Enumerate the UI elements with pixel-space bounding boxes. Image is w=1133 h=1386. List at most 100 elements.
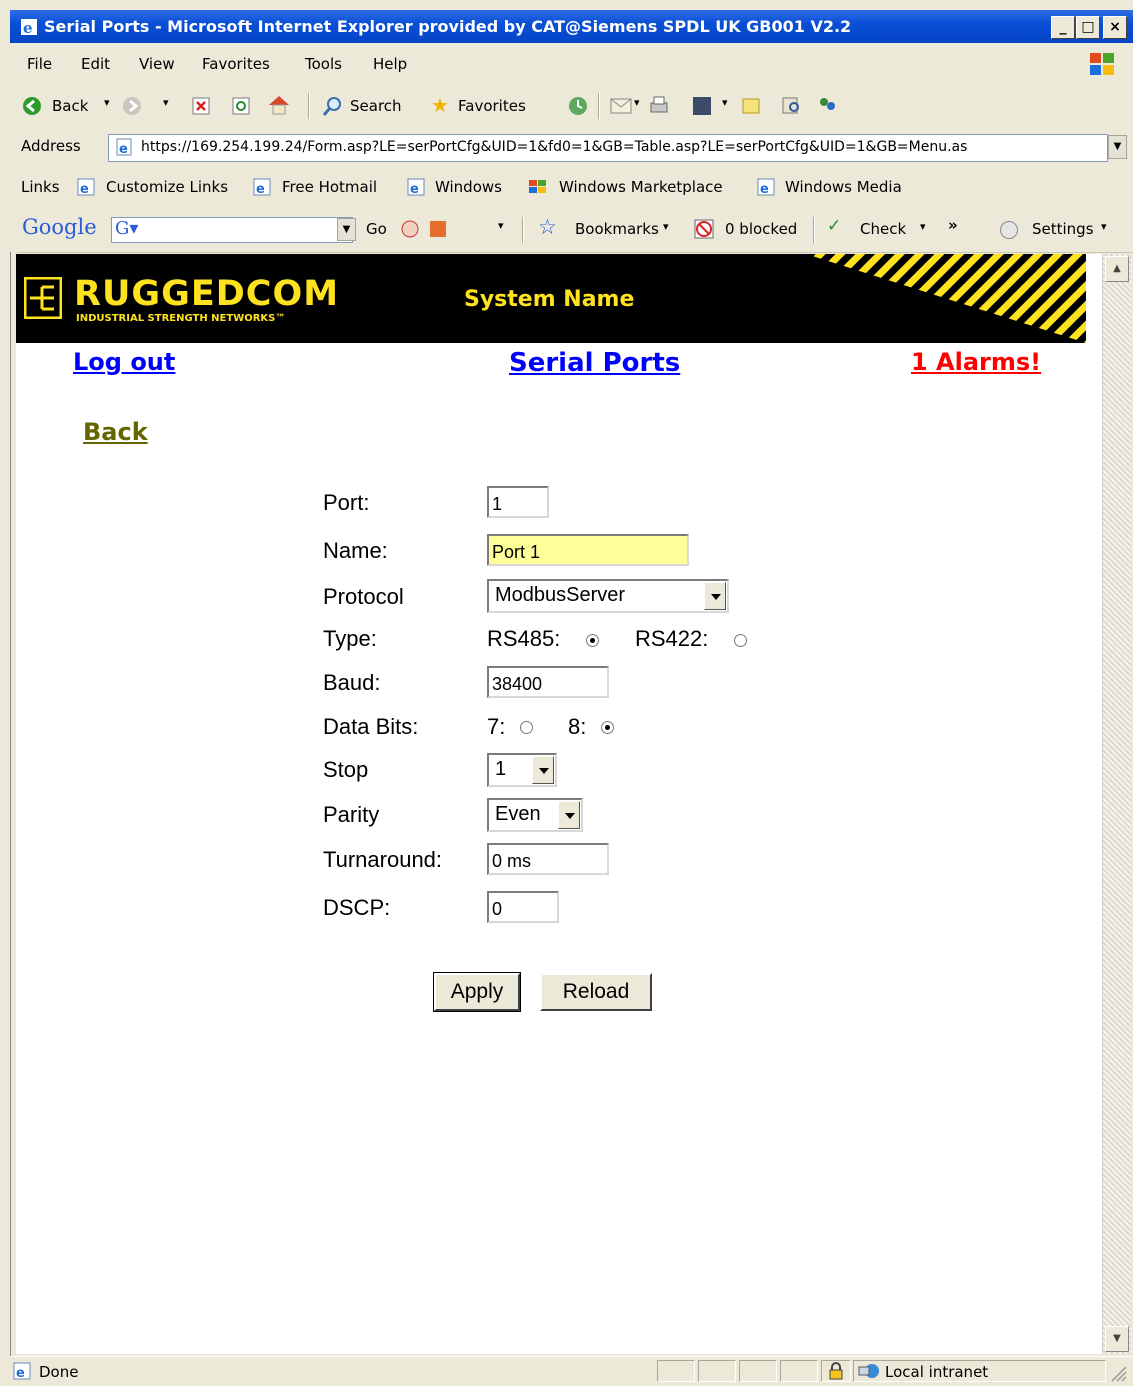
popups-blocked-count[interactable]: 0 blocked [725,220,797,238]
type-rs422-radio[interactable] [734,634,747,647]
port-label: Port: [323,490,370,515]
port-field[interactable]: 1 [487,486,549,518]
page-viewport: RUGGEDCOM INDUSTRIAL STRENGTH NETWORKS™ … [16,254,1102,1354]
logout-link[interactable]: Log out [73,348,175,376]
back-arrow-icon [23,97,41,115]
toolbar-separator [598,93,600,119]
ie-icon: e [21,19,37,36]
chevron-down-icon[interactable] [558,801,580,829]
type-rs422-label: RS422: [635,626,709,651]
data-bits-8-radio[interactable] [601,721,614,734]
edit-icon[interactable] [691,95,713,117]
menu-tools[interactable]: Tools [305,55,342,73]
protocol-value: ModbusServer [495,584,626,606]
search-button[interactable]: Search [350,97,402,115]
menu-edit[interactable]: Edit [81,55,110,73]
chevron-down-icon[interactable] [532,756,554,784]
history-icon[interactable] [567,95,589,117]
link-free-hotmail[interactable]: Free Hotmail [282,178,377,196]
edit-dropdown-icon[interactable]: ▾ [722,96,728,109]
menu-favorites[interactable]: Favorites [202,55,270,73]
settings-button[interactable]: Settings [1032,220,1094,238]
page-title[interactable]: Serial Ports [509,348,680,378]
home-icon[interactable] [267,94,291,116]
toolbar-overflow-chevron-icon[interactable]: » [948,216,958,234]
address-url: https://169.254.199.24/Form.asp?LE=serPo… [141,139,968,155]
search-icon [322,97,341,116]
refresh-icon[interactable] [232,97,250,115]
reload-button[interactable]: Reload [540,973,652,1011]
address-input[interactable]: e https://169.254.199.24/Form.asp?LE=ser… [108,134,1108,162]
banner-stripes-decoration [806,254,1086,343]
close-button[interactable]: × [1103,16,1127,39]
stop-select[interactable]: 1 [487,753,557,787]
brand-tagline: INDUSTRIAL STRENGTH NETWORKS™ [76,313,286,324]
forward-arrow-icon[interactable] [122,96,142,116]
status-text: Done [39,1363,79,1381]
back-dropdown-icon[interactable]: ▾ [104,96,110,109]
favorites-button[interactable]: Favorites [458,97,526,115]
resize-grip-icon[interactable] [1108,1363,1128,1383]
menu-help[interactable]: Help [373,55,407,73]
print-icon[interactable] [648,95,670,117]
maximize-button[interactable]: □ [1076,16,1100,39]
links-label: Links [21,178,60,196]
name-field[interactable]: Port 1 [487,534,689,566]
discuss-icon[interactable] [740,95,762,117]
link-windows-marketplace[interactable]: Windows Marketplace [559,178,723,196]
minimize-button[interactable]: _ [1051,16,1075,39]
link-windows[interactable]: Windows [435,178,502,196]
research-icon[interactable] [780,94,802,116]
menu-view[interactable]: View [139,55,175,73]
svg-text:e: e [80,182,89,196]
back-link[interactable]: Back [83,418,148,446]
svg-text:e: e [23,19,33,36]
stop-icon[interactable] [192,97,210,115]
google-extra-dropdown-icon[interactable]: ▾ [498,219,504,232]
google-search-dropdown-icon[interactable]: ▼ [337,218,356,241]
google-extra-icons[interactable] [400,218,454,240]
ruggedcom-logo-icon [24,277,62,319]
alarms-link[interactable]: 1 Alarms! [911,348,1041,376]
menu-file[interactable]: File [27,55,52,73]
messenger-icon[interactable] [816,94,838,116]
protocol-select[interactable]: ModbusServer [487,579,729,613]
brand-name: RUGGEDCOM [74,274,340,314]
data-bits-7-radio[interactable] [520,721,533,734]
turnaround-label: Turnaround: [323,847,443,872]
baud-field[interactable]: 38400 [487,666,609,698]
dscp-field[interactable]: 0 [487,891,559,923]
bookmarks-dropdown-icon[interactable]: ▾ [663,220,669,233]
stop-label: Stop [323,757,369,782]
bookmarks-button[interactable]: Bookmarks [575,220,659,238]
google-toolbar: Google G▾ ▼ Go ▾ ☆ Bookmarks ▾ 0 blocked… [10,207,1133,253]
link-windows-media[interactable]: Windows Media [785,178,902,196]
toolbar-separator [308,93,310,119]
data-bits-label: Data Bits: [323,714,419,739]
mail-icon[interactable] [610,96,632,116]
link-customize-links[interactable]: Customize Links [106,178,228,196]
favorites-star-icon: ★ [431,93,449,117]
spellcheck-button[interactable]: Check [860,220,906,238]
scroll-up-icon[interactable]: ▲ [1105,256,1129,282]
vertical-scrollbar[interactable]: ▲ ▼ [1102,254,1131,1354]
protocol-label: Protocol [323,584,404,609]
mail-dropdown-icon[interactable]: ▾ [634,96,640,109]
settings-dropdown-icon[interactable]: ▾ [1101,220,1107,233]
chevron-down-icon[interactable] [704,582,726,610]
google-go-button[interactable]: Go [366,220,387,238]
spellcheck-dropdown-icon[interactable]: ▾ [920,220,926,233]
popup-blocker-icon [694,219,714,239]
google-search-input[interactable]: G▾ [111,217,353,243]
type-rs485-radio[interactable] [586,634,599,647]
dscp-label: DSCP: [323,895,391,920]
address-dropdown-icon[interactable]: ▼ [1108,135,1127,159]
svg-text:e: e [119,142,128,156]
ie-page-icon: e [407,178,425,196]
turnaround-field[interactable]: 0 ms [487,843,609,875]
scroll-down-icon[interactable]: ▼ [1105,1326,1129,1352]
apply-button[interactable]: Apply [433,972,521,1012]
forward-dropdown-icon[interactable]: ▾ [163,96,169,109]
parity-select[interactable]: Even [487,798,583,832]
back-button[interactable]: Back [52,97,88,115]
